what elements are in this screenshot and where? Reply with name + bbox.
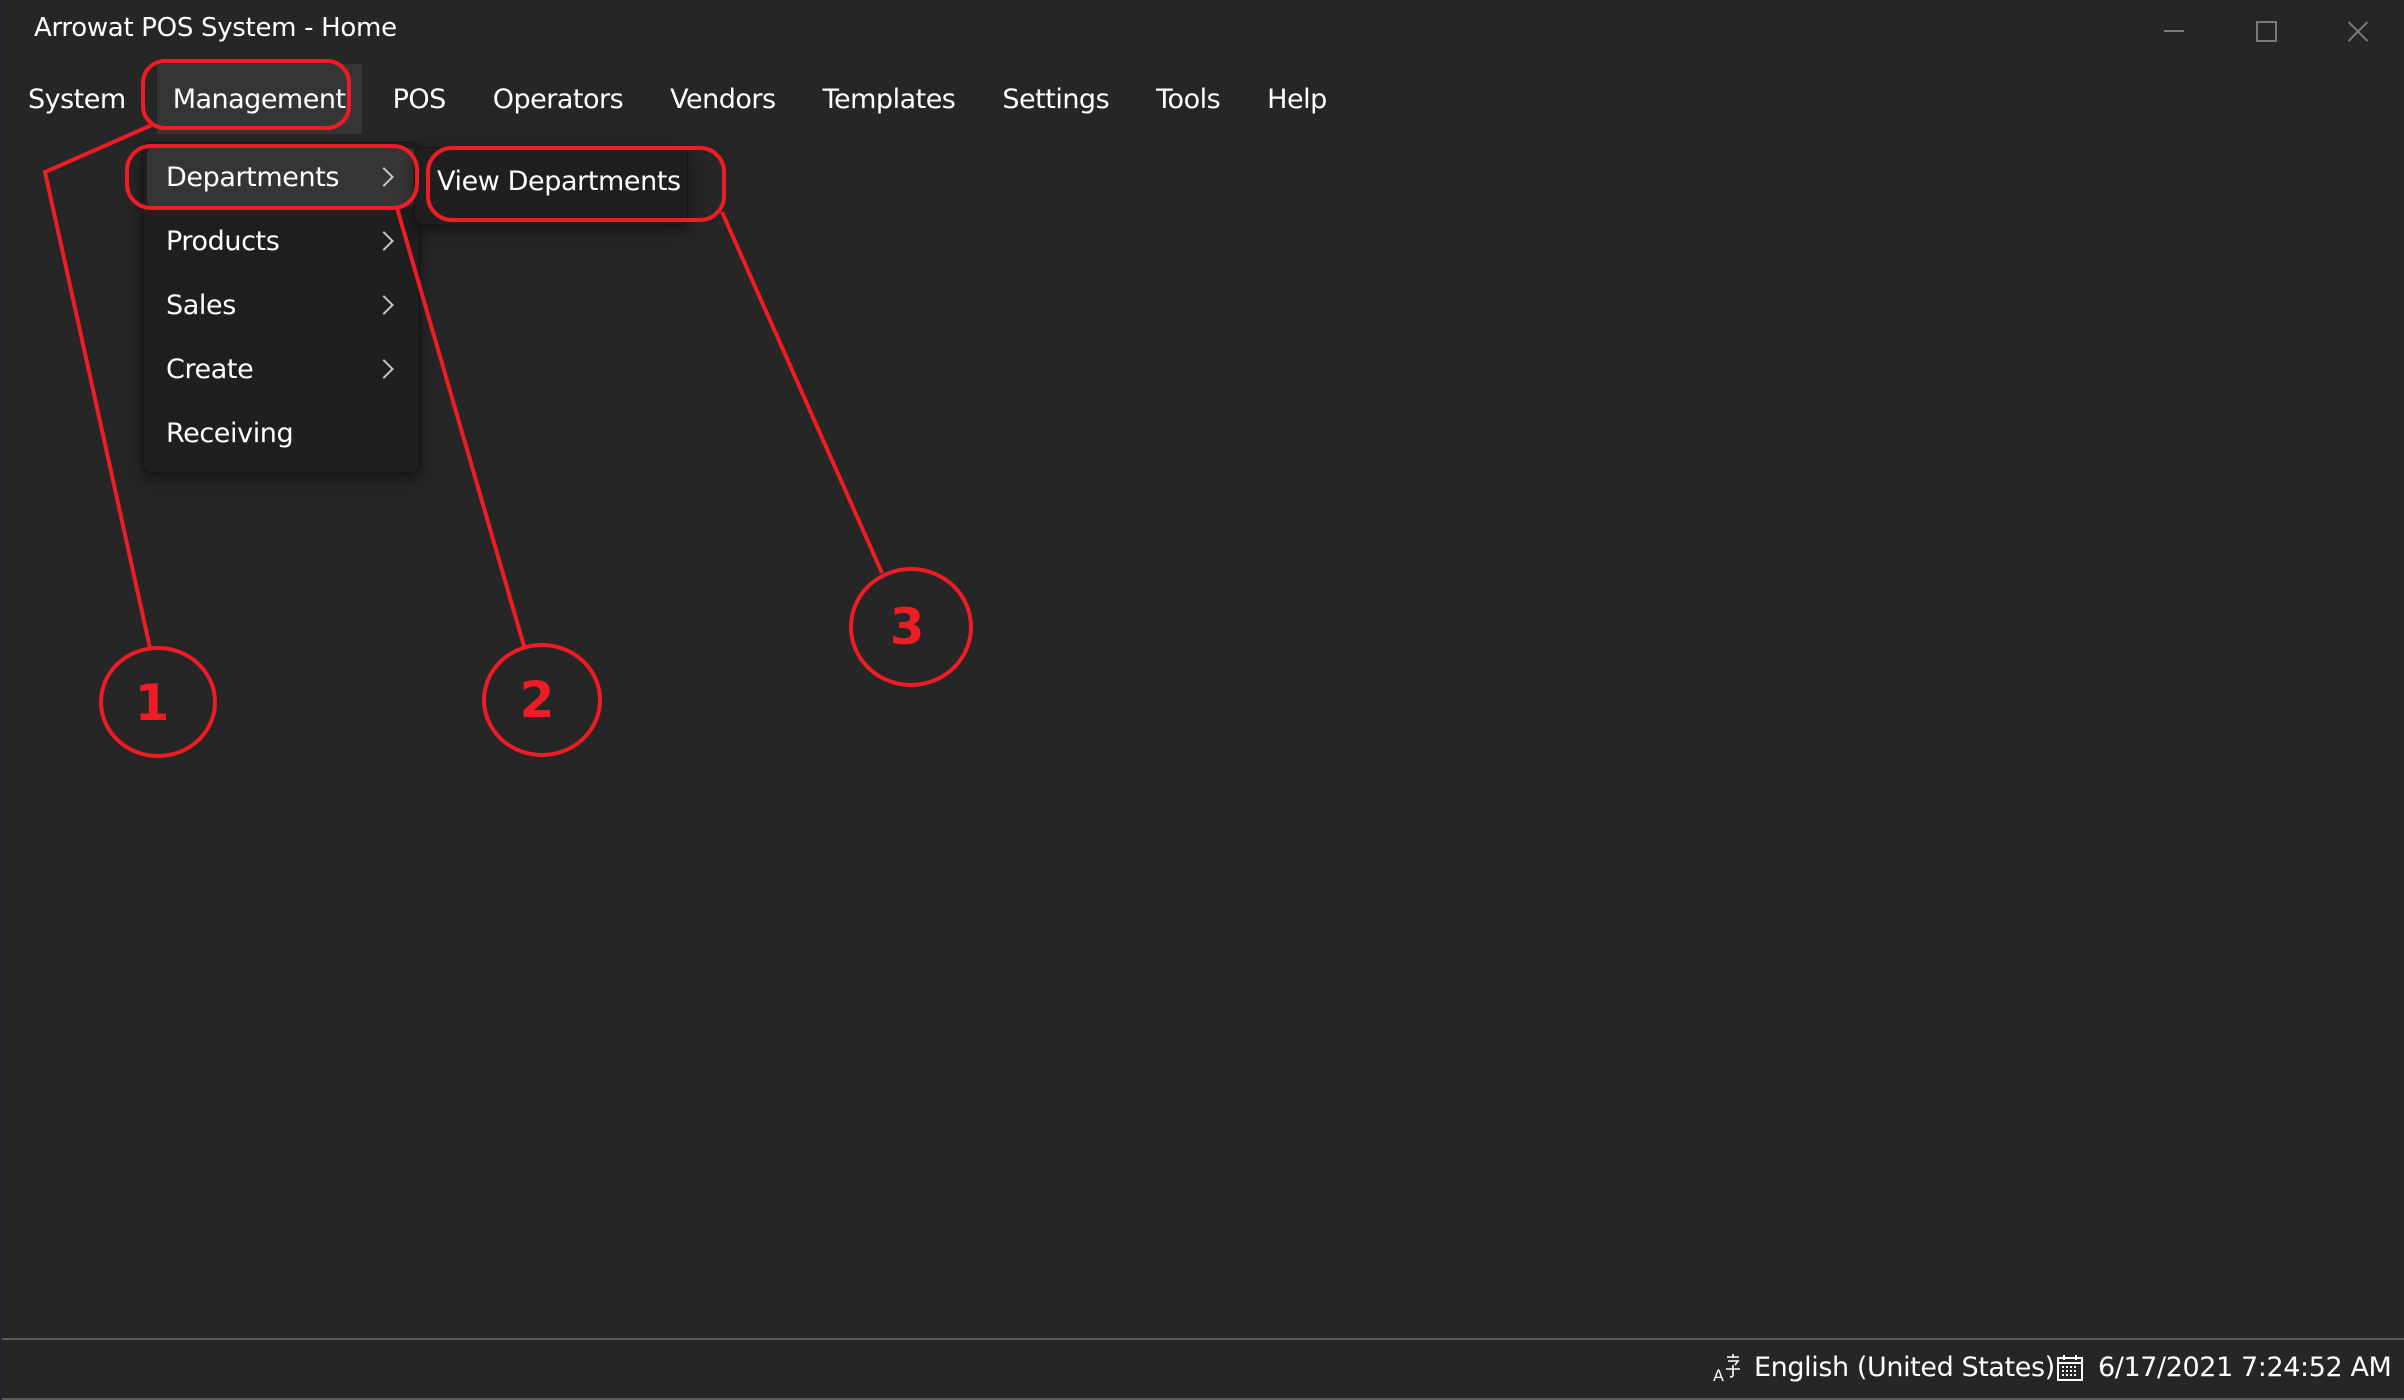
annotation-circle-2 [482,643,602,757]
annotation-number-3: 3 [890,598,925,656]
title-bar: Arrowat POS System - Home [2,0,2404,62]
calendar-icon [2057,1354,2083,1381]
annotation-circle-1 [99,646,217,758]
menu-item-label: Create [166,353,254,385]
menu-system[interactable]: System [12,64,142,134]
annotation-number-1: 1 [135,674,170,732]
chevron-right-icon [374,167,394,187]
close-button[interactable] [2312,0,2404,62]
maximize-icon [2255,20,2277,42]
annotation-number-2: 2 [520,671,555,729]
menu-item-label: Receiving [166,417,294,449]
svg-text:A: A [1713,1366,1724,1383]
language-icon: A [1713,1353,1740,1383]
chevron-right-icon [374,295,394,315]
menu-pos[interactable]: POS [377,64,462,134]
menu-vendors[interactable]: Vendors [654,64,791,134]
minimize-icon [2164,30,2184,32]
window-title: Arrowat POS System - Home [34,13,397,43]
status-language: A English (United States) [1712,1352,2055,1383]
menu-operators[interactable]: Operators [477,64,639,134]
menu-templates[interactable]: Templates [807,64,972,134]
status-bar: A English (United States) 6/17/2021 7:24… [2,1338,2404,1400]
menu-help[interactable]: Help [1251,64,1343,134]
menu-item-receiving[interactable]: Receiving [147,404,415,462]
menu-management[interactable]: Management [156,64,362,134]
maximize-button[interactable] [2220,0,2312,62]
management-dropdown: Departments Products Sales Create Receiv… [142,142,420,473]
close-icon [2347,20,2369,42]
menu-item-departments[interactable]: Departments [147,148,415,206]
datetime-text: 6/17/2021 7:24:52 AM [2098,1352,2392,1383]
menu-item-products[interactable]: Products [147,212,415,270]
annotation-circle-3 [849,567,973,687]
menu-settings[interactable]: Settings [986,64,1125,134]
menu-item-label: Departments [166,161,340,193]
departments-submenu: View Departments [414,147,688,225]
menu-item-sales[interactable]: Sales [147,276,415,334]
chevron-right-icon [374,359,394,379]
menu-item-view-departments[interactable]: View Departments [437,166,681,197]
status-datetime: 6/17/2021 7:24:52 AM [2056,1352,2392,1383]
chevron-right-icon [374,231,394,251]
menu-item-label: Products [166,225,280,257]
menu-tools[interactable]: Tools [1140,64,1236,134]
annotation-line-3 [720,211,884,574]
menu-item-label: Sales [166,289,236,321]
annotation-line-1 [42,123,153,649]
menu-item-create[interactable]: Create [147,340,415,398]
language-text: English (United States) [1754,1352,2055,1383]
app-window: Arrowat POS System - Home System Managem… [0,0,2404,1400]
menu-bar: System Management POS Operators Vendors … [2,64,1358,134]
minimize-button[interactable] [2128,0,2220,62]
